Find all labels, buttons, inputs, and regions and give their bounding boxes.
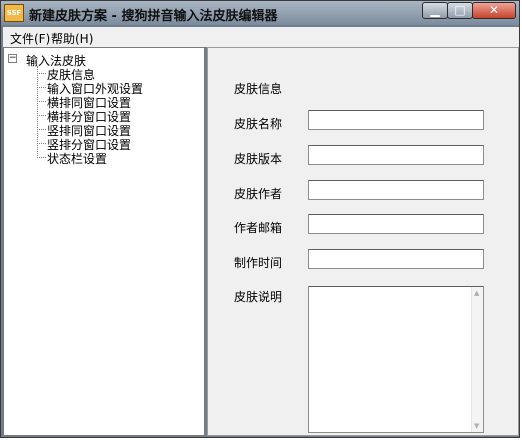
skin-version-input[interactable] — [308, 145, 484, 165]
skin-info-panel: 皮肤信息 皮肤名称 皮肤版本 皮肤作者 作者邮箱 制作时间 皮肤说明 ▲ ▼ — [207, 47, 519, 436]
app-window: SSF 新建皮肤方案 - 搜狗拼音输入法皮肤编辑器 ▁ □ ✕ 文件(F) 帮助… — [0, 0, 520, 438]
maximize-icon: □ — [454, 3, 466, 17]
menu-file[interactable]: 文件(F) — [10, 30, 50, 47]
skin-name-label: 皮肤名称 — [234, 117, 283, 131]
skin-name-input[interactable] — [308, 110, 484, 130]
skin-description-textarea[interactable]: ▲ ▼ — [308, 286, 484, 433]
creation-date-input[interactable] — [308, 249, 484, 269]
collapse-icon[interactable]: − — [8, 54, 17, 63]
skin-author-label: 皮肤作者 — [234, 187, 283, 201]
tree-item-horizontal-separate-window[interactable]: 横排分窗口设置 — [37, 108, 197, 124]
close-button[interactable]: ✕ — [472, 2, 516, 19]
ssf-app-icon: SSF — [4, 4, 24, 22]
tree-item-status-bar[interactable]: 状态栏设置 — [37, 150, 197, 166]
tree-item-input-window-appearance[interactable]: 输入窗口外观设置 — [37, 80, 197, 96]
menu-bar: 文件(F) 帮助(H) — [3, 27, 519, 47]
tree-item-vertical-separate-window[interactable]: 竖排分窗口设置 — [37, 136, 197, 152]
minimize-icon: ▁ — [430, 3, 440, 17]
author-email-label: 作者邮箱 — [234, 221, 283, 235]
scroll-down-icon[interactable]: ▼ — [474, 422, 479, 430]
creation-date-label: 制作时间 — [234, 256, 283, 270]
maximize-button[interactable]: □ — [447, 2, 473, 19]
close-icon: ✕ — [488, 3, 500, 17]
tree-item-skin-info[interactable]: 皮肤信息 — [37, 66, 197, 82]
panel-heading: 皮肤信息 — [234, 82, 283, 96]
skin-author-input[interactable] — [308, 180, 484, 200]
title-bar[interactable]: SSF 新建皮肤方案 - 搜狗拼音输入法皮肤编辑器 ▁ □ ✕ — [1, 1, 519, 25]
skin-tree-view: − 输入法皮肤 皮肤信息 输入窗口外观设置 横排同窗口设置 横排分窗口设置 竖排… — [3, 47, 205, 436]
tree-item-vertical-same-window[interactable]: 竖排同窗口设置 — [37, 122, 197, 138]
scroll-up-icon[interactable]: ▲ — [474, 289, 479, 297]
window-title: 新建皮肤方案 - 搜狗拼音输入法皮肤编辑器 — [29, 9, 278, 24]
menu-help[interactable]: 帮助(H) — [51, 30, 93, 47]
tree-item-label: 状态栏设置 — [47, 152, 108, 166]
skin-description-label: 皮肤说明 — [234, 290, 283, 304]
author-email-input[interactable] — [308, 214, 484, 234]
tree-item-horizontal-same-window[interactable]: 横排同窗口设置 — [37, 94, 197, 110]
description-scrollbar[interactable]: ▲ ▼ — [471, 287, 483, 432]
minimize-button[interactable]: ▁ — [422, 2, 448, 19]
skin-version-label: 皮肤版本 — [234, 152, 283, 166]
